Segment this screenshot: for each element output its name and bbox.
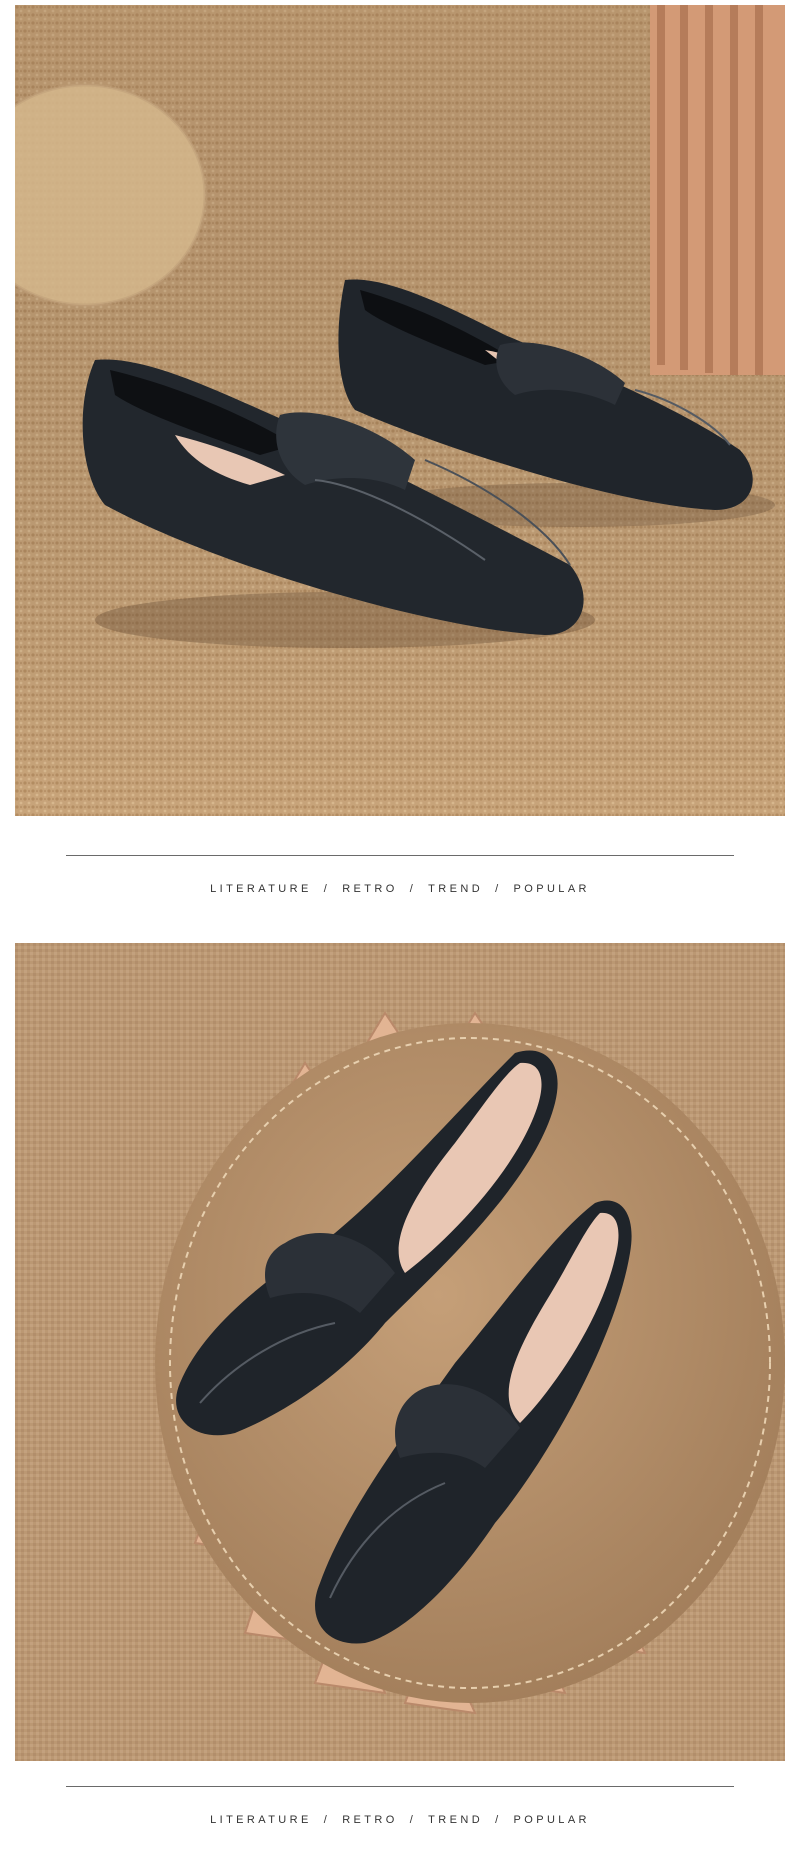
loafers-on-stool-image bbox=[15, 943, 785, 1761]
tag-popular: POPULAR bbox=[513, 1814, 590, 1826]
tag-separator: / bbox=[409, 1814, 417, 1826]
tag-retro: RETRO bbox=[342, 883, 398, 895]
tag-trend: TREND bbox=[428, 883, 484, 895]
tagline: LITERATURE / RETRO / TREND / POPULAR bbox=[0, 883, 800, 895]
tag-separator: / bbox=[495, 883, 502, 895]
tag-separator: / bbox=[495, 1814, 502, 1826]
tag-literature: LITERATURE bbox=[210, 1814, 312, 1826]
tag-literature: LITERATURE bbox=[210, 883, 312, 895]
product-photo-stool bbox=[15, 943, 785, 1761]
divider-line bbox=[66, 855, 734, 856]
tag-retro: RETRO bbox=[342, 1814, 398, 1826]
tag-separator: / bbox=[323, 883, 331, 895]
loafers-on-rug-image bbox=[15, 5, 785, 816]
tag-separator: / bbox=[409, 883, 417, 895]
product-photo-rug bbox=[15, 5, 785, 816]
tag-separator: / bbox=[323, 1814, 331, 1826]
divider-line bbox=[66, 1786, 734, 1787]
tag-trend: TREND bbox=[428, 1814, 484, 1826]
tag-popular: POPULAR bbox=[513, 883, 590, 895]
fluted-stool bbox=[650, 5, 785, 375]
tagline: LITERATURE / RETRO / TREND / POPULAR bbox=[0, 1814, 800, 1826]
